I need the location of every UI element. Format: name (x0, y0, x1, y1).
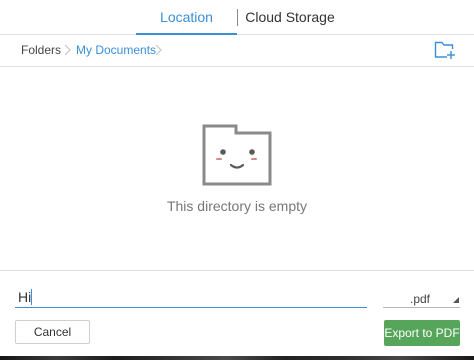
breadcrumb-item-folders[interactable]: Folders (21, 43, 61, 57)
tab-cloud-storage[interactable]: Cloud Storage (238, 0, 342, 34)
cancel-button[interactable]: Cancel (15, 320, 90, 344)
tab-location[interactable]: Location (136, 0, 237, 35)
format-dropdown[interactable]: .pdf (383, 289, 460, 308)
new-folder-icon[interactable] (434, 40, 456, 60)
save-footer: .pdf Cancel Export to PDF (0, 270, 474, 361)
chevron-right-icon (64, 44, 71, 56)
empty-directory-message: This directory is empty (166, 198, 308, 214)
filename-input[interactable] (15, 287, 367, 308)
dropdown-triangle-icon (453, 297, 459, 303)
format-dropdown-value: .pdf (410, 292, 431, 306)
text-caret (31, 289, 32, 305)
breadcrumb-item-my-documents[interactable]: My Documents (76, 43, 156, 57)
background-strip (0, 356, 474, 360)
export-to-pdf-button[interactable]: Export to PDF (384, 320, 460, 346)
empty-state: This directory is empty (0, 67, 474, 269)
tab-bar: Location Cloud Storage (0, 0, 474, 35)
chevron-right-icon (155, 44, 162, 56)
breadcrumb: Folders My Documents (0, 35, 474, 67)
sad-folder-icon (202, 124, 272, 186)
